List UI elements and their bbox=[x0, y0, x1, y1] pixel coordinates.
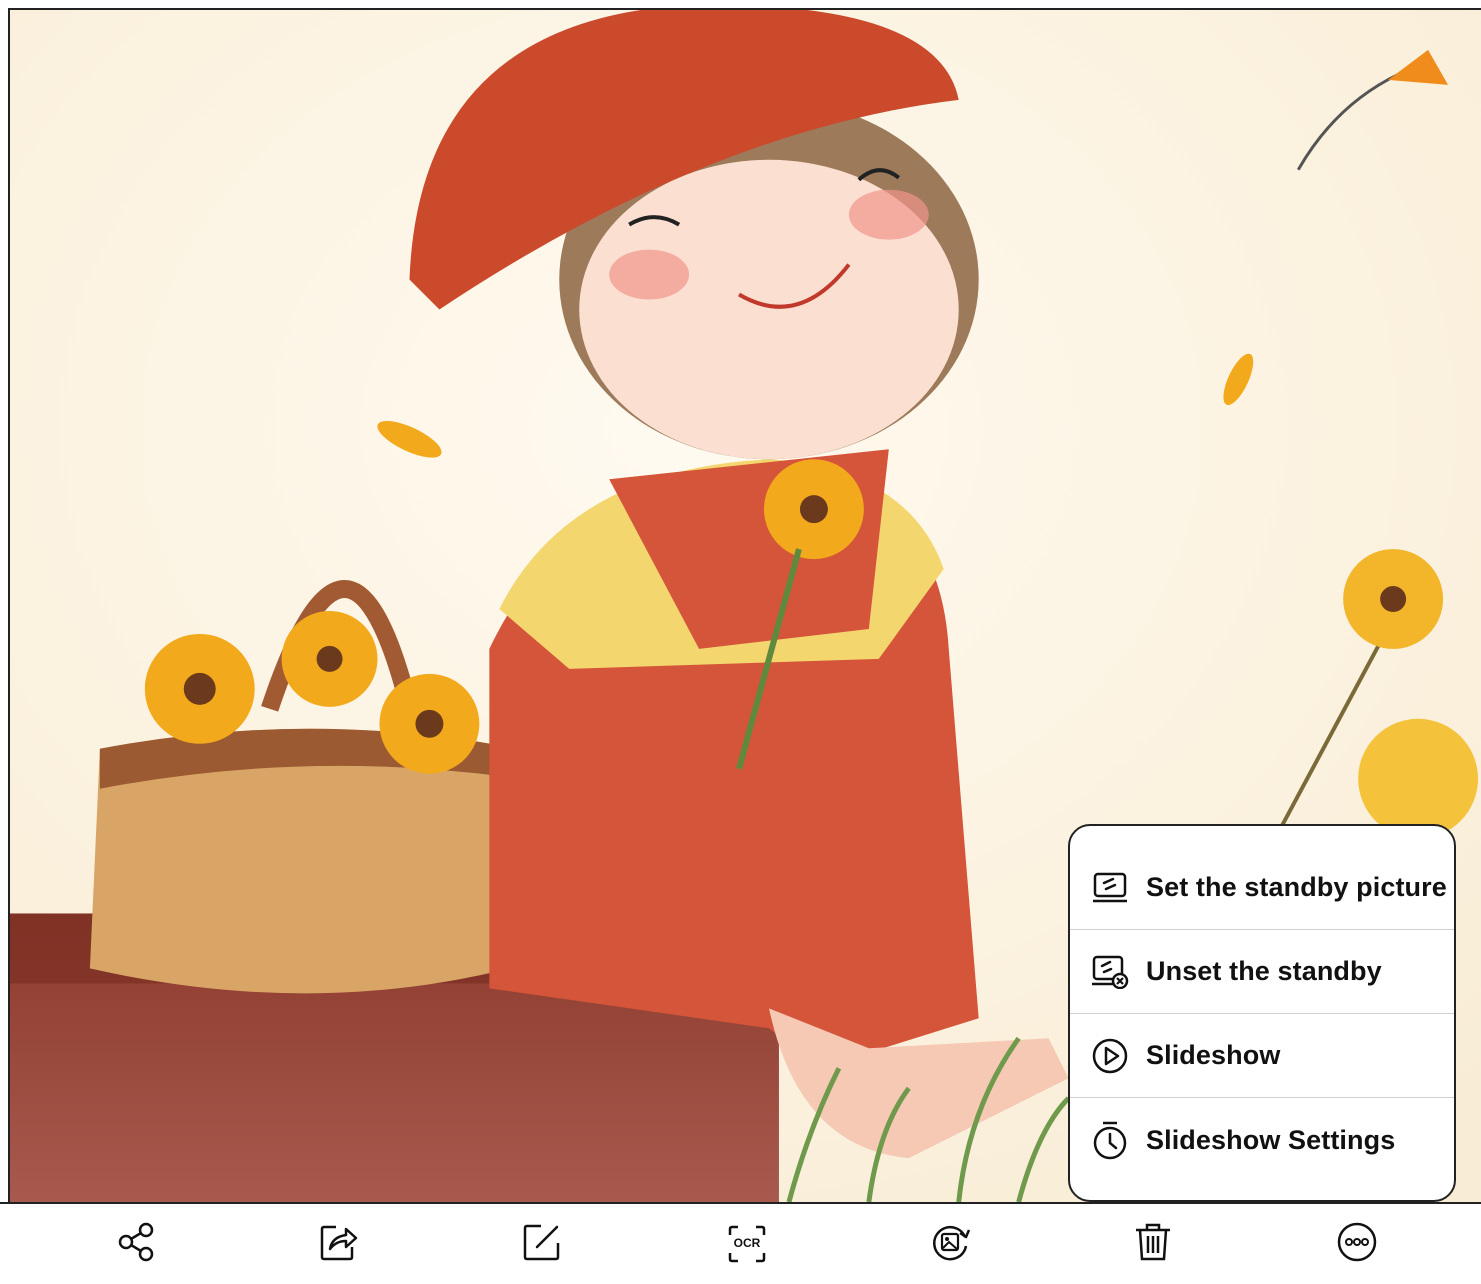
share-button[interactable] bbox=[115, 1222, 159, 1266]
ocr-icon: OCR bbox=[726, 1223, 768, 1265]
edit-button[interactable] bbox=[520, 1222, 564, 1266]
unset-standby-icon bbox=[1090, 952, 1130, 992]
more-options-menu: Set the standby picture Unset the standb… bbox=[1068, 824, 1456, 1202]
more-button[interactable] bbox=[1335, 1222, 1379, 1266]
bottom-toolbar: OCR bbox=[0, 1202, 1481, 1284]
menu-item-slideshow[interactable]: Slideshow bbox=[1070, 1014, 1454, 1098]
menu-item-label: Slideshow Settings bbox=[1146, 1124, 1396, 1155]
edit-icon bbox=[521, 1221, 563, 1268]
forward-icon bbox=[318, 1221, 360, 1268]
menu-item-slideshow-settings[interactable]: Slideshow Settings bbox=[1070, 1098, 1454, 1182]
menu-item-set-standby-picture[interactable]: Set the standby picture bbox=[1070, 826, 1454, 930]
menu-item-unset-standby[interactable]: Unset the standby bbox=[1070, 930, 1454, 1014]
forward-button[interactable] bbox=[317, 1222, 361, 1266]
menu-item-label: Unset the standby bbox=[1146, 956, 1382, 986]
rotate-image-button[interactable] bbox=[928, 1222, 972, 1266]
more-icon bbox=[1336, 1221, 1378, 1268]
share-icon bbox=[116, 1221, 158, 1268]
ocr-label: OCR bbox=[733, 1236, 761, 1250]
rotate-image-icon bbox=[929, 1221, 971, 1268]
menu-item-label: Slideshow bbox=[1146, 1040, 1281, 1070]
menu-item-label: Set the standby picture bbox=[1146, 872, 1447, 902]
ocr-button[interactable]: OCR bbox=[725, 1222, 769, 1266]
delete-button[interactable] bbox=[1131, 1222, 1175, 1266]
play-icon bbox=[1090, 1036, 1130, 1076]
trash-icon bbox=[1132, 1221, 1174, 1268]
timer-icon bbox=[1090, 1120, 1130, 1160]
standby-picture-icon bbox=[1090, 868, 1130, 908]
